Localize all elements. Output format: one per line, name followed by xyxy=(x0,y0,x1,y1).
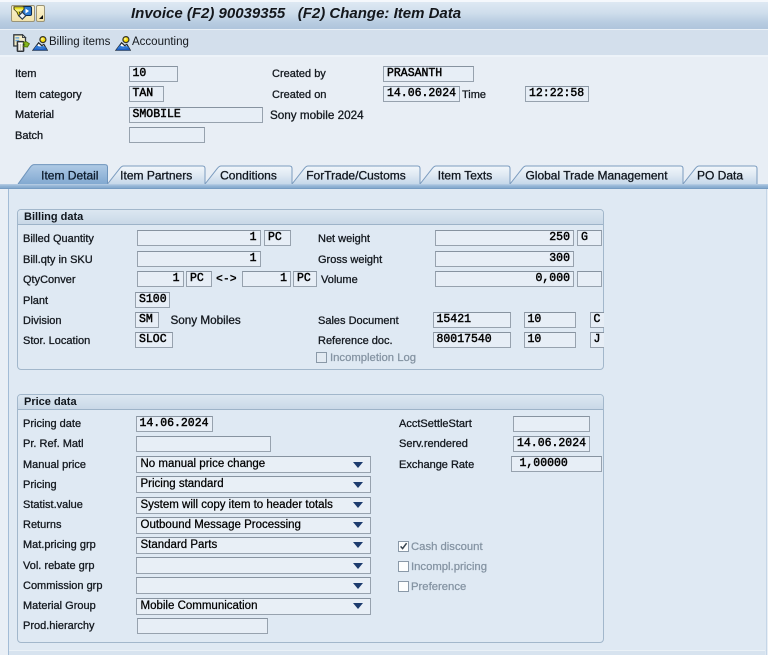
svg-text:Item Partners: Item Partners xyxy=(120,169,192,183)
svg-text:ForTrade/Customs: ForTrade/Customs xyxy=(306,169,406,183)
svg-text:PO Data: PO Data xyxy=(697,169,743,183)
svg-text:Conditions: Conditions xyxy=(220,169,277,183)
svg-text:Item Detail: Item Detail xyxy=(41,169,98,183)
svg-text:Item Texts: Item Texts xyxy=(438,169,492,183)
svg-text:Global Trade Management: Global Trade Management xyxy=(525,169,668,183)
